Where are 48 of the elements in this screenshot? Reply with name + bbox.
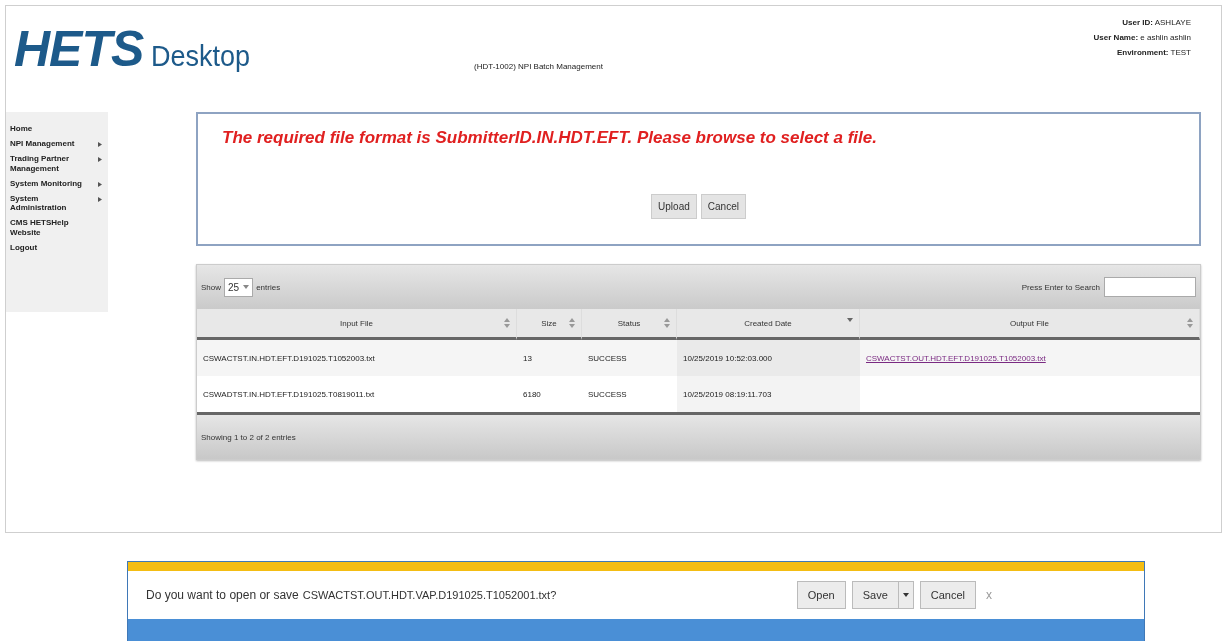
user-info-text: Environment: TEST — [1116, 48, 1191, 57]
menu-item[interactable]: Home — [10, 124, 108, 134]
column-header[interactable]: Output File — [860, 309, 1200, 340]
open-button[interactable]: Open — [796, 581, 846, 609]
show-label: Show — [201, 282, 221, 292]
output-file-link[interactable]: CSWACTST.OUT.HDT.EFT.D191025.T1052003.txt — [866, 353, 1046, 363]
sort-descending-icon — [847, 318, 853, 322]
column-header[interactable]: Created Date — [677, 309, 860, 340]
menu-item[interactable]: NPI Management — [10, 139, 108, 149]
logo-title: HETS — [14, 20, 144, 78]
caret-icon — [902, 593, 909, 597]
sort-icon — [569, 318, 575, 328]
upload-form-button[interactable]: Upload — [651, 194, 697, 219]
menu-item[interactable]: System Monitoring — [10, 178, 108, 188]
logo-subtitle: Desktop — [151, 39, 251, 73]
sort-icon — [1187, 318, 1193, 328]
table-cell: 10/25/2019 08:19:11.703 — [683, 389, 772, 399]
dropdown-caret-icon — [243, 285, 250, 289]
table-cell: SUCCESS — [588, 389, 627, 399]
page-size-select[interactable]: 25 — [224, 277, 254, 297]
column-header[interactable]: Input File — [197, 309, 517, 340]
search-label: Press Enter to Search — [1021, 282, 1100, 292]
page-title: (HDT-1002) NPI Batch Management — [474, 62, 603, 71]
table-cell: 10/25/2019 10:52:03.000 — [683, 353, 772, 363]
menu-item[interactable]: Trading Partner Management — [10, 154, 108, 173]
menu-item[interactable]: System Administration — [10, 193, 108, 213]
format-message: The required file format is SubmitterID.IN.HDT.EFT. Please browse to select a file. — [221, 127, 877, 148]
column-header[interactable]: Size — [517, 309, 582, 340]
download-file-name: CSWACTST.OUT.HDT.VAP.D191025.T1052001.txt? — [302, 589, 557, 601]
search-field[interactable] — [1104, 277, 1196, 297]
table-cell: CSWACTST.IN.HDT.EFT.D191025.T1052003.txt — [203, 353, 375, 363]
menu-item[interactable]: Logout — [10, 242, 108, 252]
table-cell: CSWADTST.IN.HDT.EFT.D191025.T0819011.txt — [203, 389, 375, 399]
entries-label: entries — [256, 282, 281, 292]
sort-icon — [664, 318, 670, 328]
user-info-text: User ID: ASHLAYE — [1122, 18, 1191, 27]
menu-item[interactable]: CMS HETSHelp Website — [10, 218, 108, 237]
save-button[interactable]: Save — [851, 581, 899, 609]
table-info: Showing 1 to 2 of 2 entries — [201, 432, 296, 442]
upload-form-button[interactable]: Cancel — [700, 194, 746, 219]
table-cell: SUCCESS — [588, 353, 627, 363]
sort-icon — [504, 318, 510, 328]
user-info-text: User Name: e ashlin ashlin — [1093, 33, 1191, 42]
column-header[interactable]: Status — [582, 309, 677, 340]
table-cell: 6180 — [523, 389, 541, 399]
download-prompt: Do you want to open or save — [146, 588, 299, 602]
table-cell: 13 — [523, 353, 532, 363]
cancel-button[interactable]: Cancel — [919, 581, 976, 609]
